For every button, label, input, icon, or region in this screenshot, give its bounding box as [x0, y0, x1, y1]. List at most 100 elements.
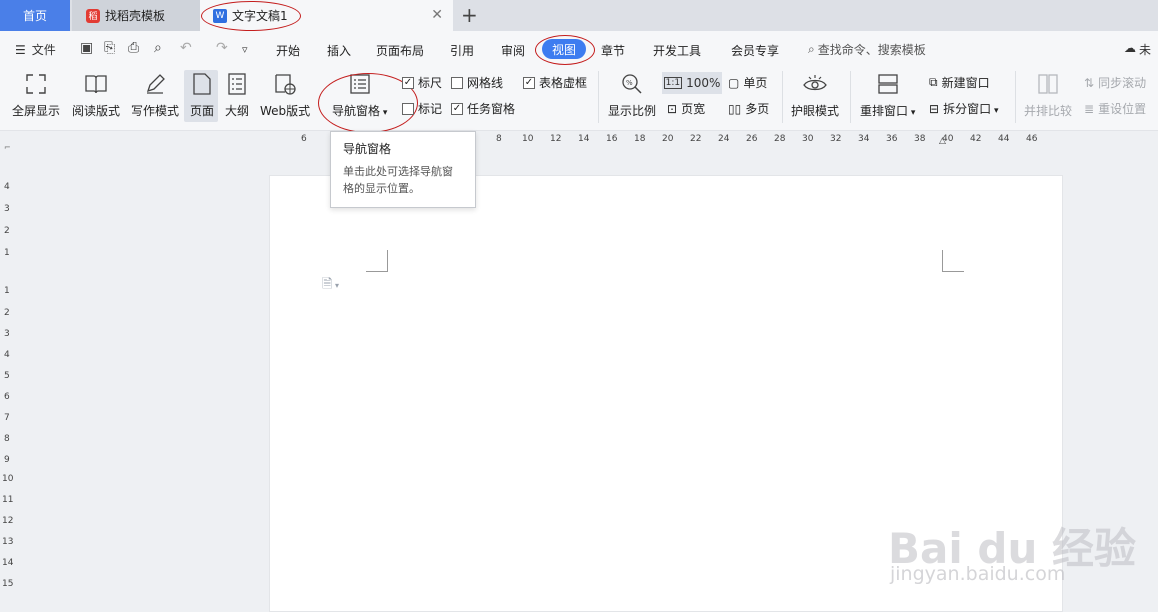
tooltip-title: 导航窗格 [343, 142, 392, 156]
page-width-button[interactable]: ⊡ 页宽 [667, 100, 705, 117]
paragraph-handle-icon[interactable]: 🗎 ▾ [322, 275, 339, 297]
vertical-ruler[interactable]: 4 3 2 1 1 2 3 4 5 6 7 8 9 10 11 12 13 14… [0, 140, 16, 612]
page-icon [189, 71, 215, 97]
print-preview-icon[interactable]: ⌕ [154, 40, 162, 56]
task-pane-checkbox[interactable]: ✓ 任务窗格 [451, 100, 515, 117]
undo-icon[interactable]: ↶ [180, 40, 192, 56]
gridlines-check [451, 76, 463, 89]
reset-position-icon: ≣ [1084, 101, 1095, 116]
table-border-checkbox[interactable]: ✓ 表格虚框 [523, 74, 587, 91]
file-menu-label: 文件 [31, 43, 56, 57]
ruler-tick-label: 34 [858, 134, 870, 144]
view-ribbon: 全屏显示 阅读版式 写作模式 页面 大纲 Web版式 导航窗格 ▾ ✓ 标尺 网… [0, 67, 1158, 133]
mark-check [402, 102, 414, 115]
nav-pane-tooltip: 导航窗格 单击此处可选择导航窗格的显示位置。 [330, 131, 476, 208]
single-page-icon: ▢ [728, 75, 740, 90]
compare-icon [1035, 71, 1061, 97]
mark-checkbox[interactable]: 标记 [402, 100, 442, 117]
eye-protection-button[interactable]: 护眼模式 [791, 71, 839, 119]
ruler-tick-label: 15 [2, 579, 14, 589]
sync-status[interactable]: ☁ 未 [1124, 41, 1151, 58]
print-icon[interactable]: ⎙ [128, 40, 139, 56]
sync-status-label: 未 [1139, 43, 1152, 57]
redo-icon[interactable]: ↷ [216, 40, 228, 56]
web-view-button[interactable]: Web版式 [260, 71, 310, 119]
tab-home[interactable]: 首页 [0, 0, 70, 31]
web-icon [272, 71, 298, 97]
menu-chapter[interactable]: 章节 [601, 42, 625, 59]
hamburger-icon: ☰ [15, 42, 26, 57]
zoom-button[interactable]: % 显示比例 [608, 71, 656, 119]
menu-layout[interactable]: 页面布局 [376, 42, 424, 59]
tab-template-label: 找稻壳模板 [105, 9, 166, 23]
multi-page-button[interactable]: ▯▯ 多页 [728, 100, 769, 117]
outline-view-button[interactable]: 大纲 [224, 71, 250, 119]
side-by-side-label: 并排比较 [1024, 104, 1073, 118]
ruler-tick-label: 3 [4, 329, 10, 339]
writing-mode-label: 写作模式 [131, 104, 180, 118]
file-menu-button[interactable]: ☰ 文件 [15, 41, 56, 58]
new-window-label: 新建窗口 [941, 76, 990, 90]
indent-marker[interactable]: △ [939, 136, 946, 146]
ruler-tick-label: 38 [914, 134, 926, 144]
ruler-tick-label: 7 [4, 413, 10, 423]
reset-position-button[interactable]: ≣ 重设位置 [1084, 100, 1146, 117]
ruler-tick-label: 26 [746, 134, 758, 144]
ruler-tick-label: 4 [4, 182, 10, 192]
new-tab-button[interactable]: + [461, 3, 478, 27]
single-page-button[interactable]: ▢ 单页 [728, 74, 767, 91]
ruler-tick-label: 46 [1026, 134, 1038, 144]
ruler-tick-label: 18 [634, 134, 646, 144]
rearrange-window-button[interactable]: 重排窗口 ▾ [860, 71, 915, 119]
ruler-checkbox[interactable]: ✓ 标尺 [402, 74, 442, 91]
reading-mode-button[interactable]: 阅读版式 [72, 71, 120, 119]
multi-page-label: 多页 [745, 102, 770, 116]
fullscreen-button[interactable]: 全屏显示 [12, 71, 60, 119]
tab-template[interactable]: 稻 找稻壳模板 [72, 0, 200, 31]
eye-icon [802, 71, 828, 97]
sync-scroll-button[interactable]: ⇅ 同步滚动 [1084, 74, 1146, 91]
export-pdf-icon[interactable]: ⎘ [104, 40, 115, 56]
cloud-icon: ☁ [1124, 41, 1136, 55]
table-border-label: 表格虚框 [539, 76, 588, 90]
command-search[interactable]: ⌕ 查找命令、搜索模板 [808, 41, 926, 58]
zoom-100-button[interactable]: 1:1 100% [662, 72, 722, 94]
menu-reference[interactable]: 引用 [450, 42, 474, 59]
ruler-tick-label: 2 [4, 226, 10, 236]
ruler-tick-label: 14 [578, 134, 590, 144]
ruler-tick-label: 6 [4, 392, 10, 402]
margin-corner [366, 250, 388, 272]
annotation-oval [535, 35, 595, 65]
menu-insert[interactable]: 插入 [327, 42, 351, 59]
writing-mode-button[interactable]: 写作模式 [131, 71, 179, 119]
ruler-tick-label: 3 [4, 204, 10, 214]
new-window-button[interactable]: ⧉ 新建窗口 [929, 74, 990, 91]
menu-developer[interactable]: 开发工具 [653, 42, 701, 59]
side-by-side-button[interactable]: 并排比较 [1024, 71, 1072, 119]
ruler-tick-label: 12 [550, 134, 562, 144]
rearrange-window-label: 重排窗口 ▾ [860, 104, 916, 118]
search-icon: ⌕ [808, 42, 815, 56]
new-window-icon: ⧉ [929, 75, 938, 89]
ruler-tick-label: 12 [2, 516, 14, 526]
close-tab-icon[interactable]: ✕ [431, 7, 443, 23]
customize-toolbar-icon[interactable]: ▿ [242, 43, 248, 56]
gridlines-checkbox[interactable]: 网格线 [451, 74, 503, 91]
ruler-tick-label: 42 [970, 134, 982, 144]
menu-member[interactable]: 会员专享 [731, 42, 779, 59]
ruler-tick-label: 2 [4, 308, 10, 318]
ruler-tick-label: 44 [998, 134, 1010, 144]
annotation-oval [201, 1, 301, 31]
mark-label: 标记 [418, 102, 443, 116]
menu-review[interactable]: 审阅 [501, 42, 525, 59]
tab-bar: 首页 稻 找稻壳模板 W 文字文稿1 ✕ + [0, 0, 1158, 31]
page-view-button[interactable]: 页面 [189, 71, 215, 119]
split-window-button[interactable]: ⊟ 拆分窗口 ▾ [929, 100, 998, 117]
menu-start[interactable]: 开始 [276, 42, 300, 59]
reset-position-label: 重设位置 [1098, 102, 1147, 116]
save-icon[interactable]: ▣ [80, 40, 93, 56]
split-window-icon: ⊟ [929, 101, 940, 116]
tooltip-description: 单击此处可选择导航窗格的显示位置。 [343, 165, 453, 195]
fullscreen-label: 全屏显示 [12, 104, 61, 118]
page-width-label: 页宽 [681, 102, 706, 116]
